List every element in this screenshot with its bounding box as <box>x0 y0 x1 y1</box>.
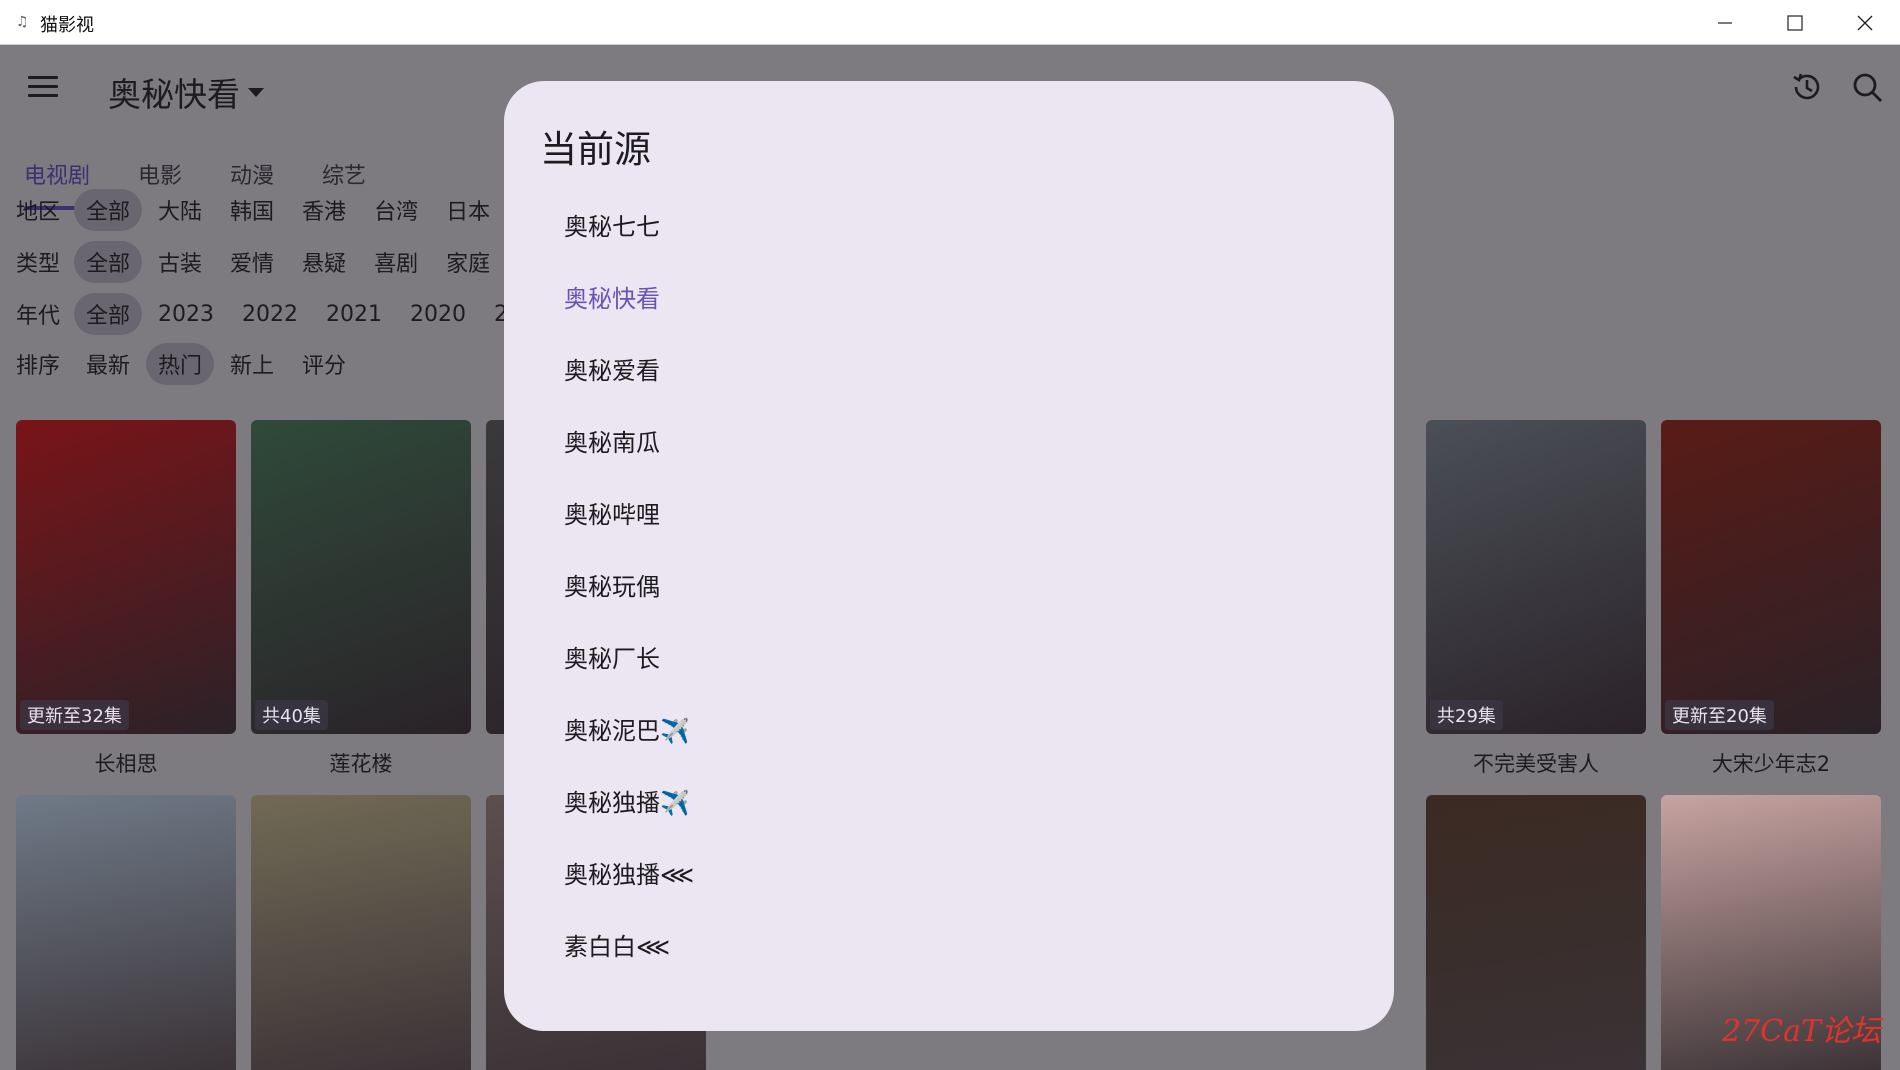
app-icon: ♫ <box>16 14 29 30</box>
filter-chip[interactable]: 悬疑 <box>290 241 358 283</box>
filter-chip[interactable]: 2022 <box>230 297 310 332</box>
history-icon[interactable] <box>1790 70 1824 104</box>
filter-chip[interactable]: 日本 <box>434 189 502 231</box>
filter-chip[interactable]: 2020 <box>398 297 478 332</box>
filter-chip[interactable]: 家庭 <box>434 241 502 283</box>
filter-chip[interactable]: 全部 <box>74 241 143 283</box>
filter-label: 地区 <box>16 200 61 225</box>
filter-label: 排序 <box>16 354 61 379</box>
maximize-icon <box>1787 14 1803 31</box>
minimize-icon <box>1718 21 1732 24</box>
title-bar: ♫ 猫影视 <box>0 0 1900 45</box>
filter-chip[interactable]: 最新 <box>74 343 142 385</box>
video-title: 不完美受害人 <box>1473 752 1599 776</box>
filter-label: 类型 <box>16 252 61 277</box>
video-title: 长相思 <box>94 752 158 776</box>
close-button[interactable] <box>1830 0 1900 45</box>
filter-chip[interactable]: 评分 <box>290 343 358 385</box>
video-card[interactable]: 更新至20集大宋少年志2 <box>1661 420 1881 778</box>
filter-label: 年代 <box>16 304 61 329</box>
maximize-button[interactable] <box>1760 0 1830 45</box>
source-item[interactable]: 奥秘独播⋘ <box>504 839 1394 911</box>
app-window: ♫ 猫影视 奥秘快看 电视剧电影动漫综艺 地区全部大陆韩国香港台湾日本美类型全部… <box>0 0 1900 1070</box>
source-dialog: 当前源 奥秘七七 奥秘快看 奥秘爱看 奥秘南瓜 奥秘哔哩 奥秘玩偶 奥秘厂长 奥秘泥巴✈️ 奥秘… <box>504 81 1394 1031</box>
filter-chip[interactable]: 热门 <box>146 343 215 385</box>
filter-row: 排序 最新 热门 新上 评分 <box>0 340 362 388</box>
filter-chip[interactable]: 爱情 <box>218 241 286 283</box>
window-title: 猫影视 <box>40 15 94 36</box>
filter-chip[interactable]: 大陆 <box>146 189 214 231</box>
poster-image <box>1426 795 1646 1070</box>
source-item[interactable]: 奥秘厂长 <box>504 623 1394 695</box>
source-item[interactable]: 奥秘玩偶 <box>504 551 1394 623</box>
source-item[interactable]: 奥秘泥巴✈️ <box>504 695 1394 767</box>
episode-badge: 更新至20集 <box>1665 700 1774 730</box>
site-selector[interactable]: 奥秘快看 <box>108 68 264 116</box>
filter-chip[interactable]: 全部 <box>74 189 143 231</box>
filter-chip[interactable]: 2021 <box>314 297 394 332</box>
episode-badge: 共29集 <box>1430 700 1503 730</box>
dropdown-caret-icon <box>248 87 264 97</box>
video-card[interactable]: 更新至32集长相思 <box>16 420 236 778</box>
filter-chip[interactable]: 新上 <box>218 343 286 385</box>
video-card[interactable] <box>16 795 236 1070</box>
dialog-title: 当前源 <box>540 128 651 171</box>
filter-chip[interactable]: 喜剧 <box>362 241 430 283</box>
video-title: 莲花楼 <box>329 752 393 776</box>
video-card[interactable]: 共40集 莲花楼 <box>251 420 471 778</box>
filter-row: 年代全部20232022202120202019 <box>0 290 566 338</box>
poster-image: 共40集 <box>251 420 471 734</box>
source-item[interactable]: 素白白⋘ <box>504 911 1394 983</box>
filter-chip[interactable]: 韩国 <box>218 189 286 231</box>
video-title: 大宋少年志2 <box>1711 752 1831 776</box>
filter-chip[interactable]: 香港 <box>290 189 358 231</box>
site-name: 奥秘快看 <box>108 75 240 114</box>
poster-image <box>16 795 236 1070</box>
poster-image: 共29集 <box>1426 420 1646 734</box>
filter-chip[interactable]: 全部 <box>74 293 143 335</box>
source-list: 奥秘七七 奥秘快看 奥秘爱看 奥秘南瓜 奥秘哔哩 奥秘玩偶 奥秘厂长 奥秘泥巴✈️ 奥秘独播✈️… <box>504 191 1394 983</box>
source-item[interactable]: 奥秘独播✈️ <box>504 767 1394 839</box>
source-item[interactable]: 奥秘爱看 <box>504 335 1394 407</box>
video-card[interactable]: 共29集不完美受害人 <box>1426 420 1646 778</box>
video-card[interactable] <box>251 795 471 1070</box>
source-item[interactable]: 奥秘哔哩 <box>504 479 1394 551</box>
source-item[interactable]: 奥秘南瓜 <box>504 407 1394 479</box>
episode-badge: 共40集 <box>255 700 328 730</box>
source-item[interactable]: 奥秘快看 <box>504 263 1394 335</box>
filter-row: 地区全部大陆韩国香港台湾日本美 <box>0 186 556 234</box>
search-icon[interactable] <box>1850 70 1884 104</box>
filter-chip[interactable]: 2023 <box>146 297 226 332</box>
filter-row: 类型全部古装爱情悬疑喜剧家庭犯 <box>0 238 556 286</box>
poster-image: 更新至32集 <box>16 420 236 734</box>
minimize-button[interactable] <box>1690 0 1760 45</box>
video-card[interactable] <box>1426 795 1646 1070</box>
filter-chip[interactable]: 古装 <box>146 241 214 283</box>
episode-badge: 更新至32集 <box>20 700 129 730</box>
poster-image: 更新至20集 <box>1661 420 1881 734</box>
poster-image <box>251 795 471 1070</box>
watermark: 27CaT论坛 <box>1722 1014 1882 1049</box>
filter-chip[interactable]: 台湾 <box>362 189 430 231</box>
menu-icon[interactable] <box>28 76 58 98</box>
close-icon <box>1857 15 1873 30</box>
source-item[interactable]: 奥秘七七 <box>504 191 1394 263</box>
